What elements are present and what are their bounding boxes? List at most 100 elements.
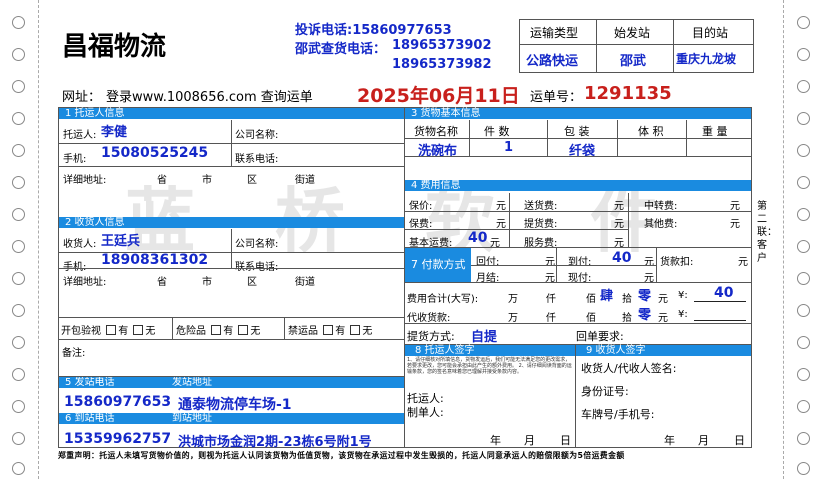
forbid-no-checkbox[interactable] — [350, 325, 361, 335]
sprocket-hole — [12, 462, 25, 475]
website-prefix: 网址： — [62, 90, 102, 105]
receiver-phone-label: 手机: — [63, 262, 87, 273]
dangerous-goods: 危险品 有 无 — [176, 322, 260, 337]
sprocket-hole — [12, 368, 25, 381]
receiver-addr-city: 市 — [202, 277, 212, 288]
route-type: 公路快运 — [526, 54, 579, 69]
sprocket-hole — [797, 462, 810, 475]
qian-unit: 仟 — [546, 313, 556, 324]
sprocket-hole — [797, 240, 810, 253]
receiver-tel-label: 联系电话: — [235, 262, 279, 273]
sender-section-title: 1 托运人信息 — [59, 108, 404, 119]
sprocket-hole — [797, 176, 810, 189]
open-no-checkbox[interactable] — [133, 325, 144, 335]
receiver-phone[interactable]: 18908361302 — [101, 252, 208, 268]
shi-unit: 拾 — [622, 294, 632, 305]
website-text: 登录www.1008656.com 查询运单 — [106, 90, 313, 105]
arrive-pay-value[interactable]: 40 — [612, 250, 631, 266]
total-uppercase-label: 费用合计(大写): — [407, 294, 479, 305]
sender-phone[interactable]: 15080525245 — [101, 145, 208, 161]
yuan-unit: 元 — [658, 294, 668, 305]
sprocket-hole — [12, 16, 25, 29]
no-label: 无 — [145, 326, 156, 337]
sprocket-hole — [12, 80, 25, 93]
disclaimer: 郑重声明：托运人未填写货物价值的，则视为托运人认同该货物为低值货物，该货物在承运… — [58, 451, 625, 460]
pickup-method[interactable]: 自提 — [471, 326, 497, 345]
total-amount[interactable]: 40 — [714, 285, 733, 301]
waybill-label: 运单号： — [530, 90, 583, 105]
sprocket-hole — [797, 432, 810, 445]
sprocket-hole — [12, 272, 25, 285]
receiver-company-label: 公司名称: — [235, 239, 279, 250]
sender-tel-label: 联系电话: — [235, 154, 279, 165]
sender-addr-prov: 省 — [157, 175, 167, 186]
yes-label: 有 — [335, 326, 346, 337]
sprocket-hole — [797, 304, 810, 317]
dest-station-address: 洪城市场金润2期-23栋6号附1号 — [178, 435, 372, 450]
sprocket-hole — [797, 48, 810, 61]
day-label: 日 — [560, 434, 571, 447]
sender-addr-label: 详细地址: — [63, 175, 107, 186]
goods-header-name: 货物名称 — [414, 125, 458, 138]
month-label: 月 — [698, 434, 709, 447]
receiver-sign-label: 收货人/代收人签名: — [581, 362, 677, 375]
inquiry-label: 邵武查货电话： — [295, 42, 387, 57]
danger-no-checkbox[interactable] — [238, 325, 249, 335]
waybill-number: 1291135 — [584, 83, 672, 104]
note-label: 备注: — [62, 348, 86, 359]
start-station-phone-title: 5 发站电话 — [59, 377, 166, 388]
year-label: 年 — [664, 434, 675, 447]
delivery-fee-label: 送货费: — [524, 201, 558, 212]
year-label: 年 — [490, 434, 501, 447]
dangerous-goods-label: 危险品 — [176, 326, 206, 337]
sprocket-hole — [12, 400, 25, 413]
sprocket-hole — [12, 432, 25, 445]
receiver-name[interactable]: 王廷兵 — [101, 230, 140, 249]
sprocket-hole — [797, 16, 810, 29]
sprocket-hole — [797, 272, 810, 285]
sprocket-hole — [12, 176, 25, 189]
sprocket-hole — [797, 144, 810, 157]
copy-label: 第二联：客户 — [757, 201, 777, 264]
total-shi-digit: 零 — [638, 289, 652, 304]
premium-label: 保费: — [409, 219, 433, 230]
yes-label: 有 — [223, 326, 234, 337]
bai-unit: 佰 — [586, 313, 596, 324]
receiver-addr-street: 街道 — [295, 277, 315, 288]
transit-fee-label: 中转费: — [644, 201, 678, 212]
sender-name[interactable]: 李健 — [101, 121, 127, 140]
payment-deduct-label: 货款扣: — [660, 257, 694, 268]
dest-station-phone: 15359962757 — [64, 431, 172, 447]
forbidden-goods: 禁运品 有 无 — [288, 322, 372, 337]
base-freight-value[interactable]: 40 — [468, 230, 487, 246]
dest-station-addr-title: 到站地址 — [166, 413, 404, 424]
sprocket-hole — [797, 336, 810, 349]
goods-section-title: 3 货物基本信息 — [405, 108, 751, 119]
no-label: 无 — [250, 326, 261, 337]
open-yes-checkbox[interactable] — [106, 325, 117, 335]
payment-section-title: 7 付款方式 — [405, 248, 471, 282]
sprocket-hole — [797, 112, 810, 125]
start-station-phone: 15860977653 — [64, 394, 172, 410]
sprocket-hole — [12, 336, 25, 349]
sender-sign-title: 8 托运人签字 — [405, 345, 575, 356]
forbid-yes-checkbox[interactable] — [323, 325, 334, 335]
route-header-start: 始发站 — [614, 26, 651, 40]
pickup-fee-label: 提货费: — [524, 219, 558, 230]
danger-yes-checkbox[interactable] — [211, 325, 222, 335]
yuan-unit: 元 — [658, 313, 668, 324]
left-perforation — [38, 0, 39, 479]
company-name: 昌福物流 — [62, 32, 167, 62]
insured-value-label: 保价: — [409, 201, 433, 212]
open-inspection: 开包验视 有 无 — [61, 322, 155, 337]
goods-count[interactable]: 1 — [504, 140, 513, 155]
bai-unit: 佰 — [586, 294, 596, 305]
yen-symbol: ¥: — [678, 309, 688, 320]
order-date: 2025年06月11日 — [357, 85, 520, 107]
sender-addr-city: 市 — [202, 175, 212, 186]
yes-label: 有 — [118, 326, 129, 337]
pickup-method-label: 提货方式: — [407, 330, 455, 343]
sprocket-hole — [12, 208, 25, 221]
yuan-unit: 元 — [730, 219, 740, 230]
sprocket-hole — [797, 368, 810, 381]
